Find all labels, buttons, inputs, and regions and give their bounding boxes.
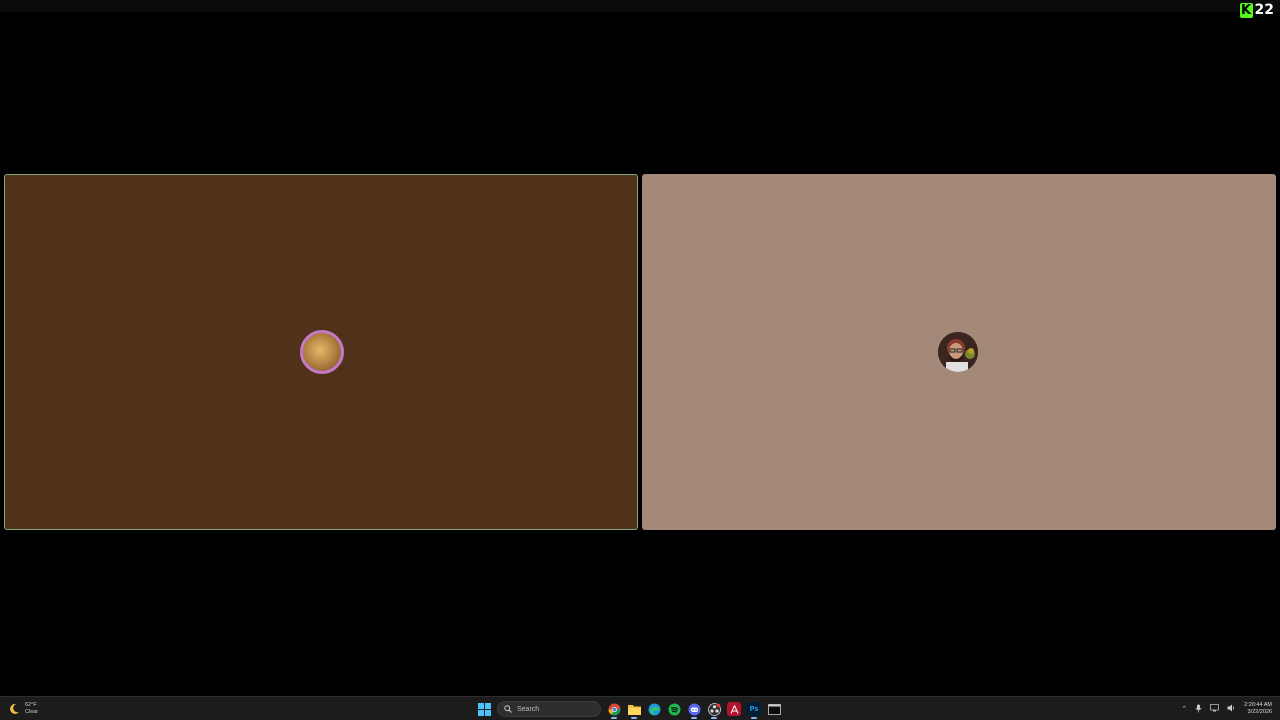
search-icon	[504, 705, 512, 713]
photoshop-icon[interactable]: Ps	[747, 702, 761, 719]
moon-icon	[10, 703, 19, 714]
spotify-icon[interactable]	[667, 702, 681, 716]
search-placeholder: Search	[517, 705, 540, 713]
file-explorer-icon[interactable]	[627, 702, 641, 719]
system-tray: ⌃ 2:20:44 AM 3/22/2026	[1181, 699, 1272, 719]
chevron-up-icon[interactable]: ⌃	[1181, 705, 1187, 713]
video-tile-left[interactable]	[4, 174, 638, 530]
photoshop-label: Ps	[749, 705, 759, 713]
chrome-icon[interactable]	[607, 702, 621, 719]
top-bar	[0, 0, 1280, 12]
volume-icon[interactable]	[1227, 704, 1236, 714]
weather-condition: Clear	[25, 709, 39, 715]
system-clock[interactable]: 2:20:44 AM 3/22/2026	[1244, 702, 1272, 716]
kick-logo-icon: K	[1239, 2, 1253, 18]
microphone-icon[interactable]	[1195, 704, 1202, 715]
acrobat-icon[interactable]	[727, 702, 741, 716]
weather-temp: 62°F	[25, 702, 37, 708]
network-icon[interactable]	[1210, 704, 1220, 714]
video-tile-right[interactable]	[642, 174, 1276, 530]
participant-avatar-left	[300, 330, 344, 374]
weather-widget[interactable]: 62°F Clear	[8, 699, 38, 719]
clock-time: 2:20:44 AM	[1244, 702, 1272, 708]
taskbar: 62°F Clear Search Ps ⌃ 2:20:44 AM 3/22/2…	[0, 696, 1280, 720]
taskbar-apps: Search Ps	[477, 699, 781, 719]
edge-icon[interactable]	[647, 702, 661, 716]
taskbar-search[interactable]: Search	[497, 701, 601, 717]
discord-icon[interactable]	[687, 702, 701, 719]
start-icon[interactable]	[477, 702, 491, 716]
viewer-count: 22	[1254, 2, 1274, 18]
obs-icon[interactable]	[707, 702, 721, 719]
terminal-icon[interactable]	[767, 702, 781, 716]
clock-date: 3/22/2026	[1247, 709, 1272, 715]
kick-viewer-badge: K 22	[1239, 2, 1274, 18]
avatar-portrait-icon	[938, 332, 978, 372]
participant-avatar-right	[938, 332, 978, 372]
